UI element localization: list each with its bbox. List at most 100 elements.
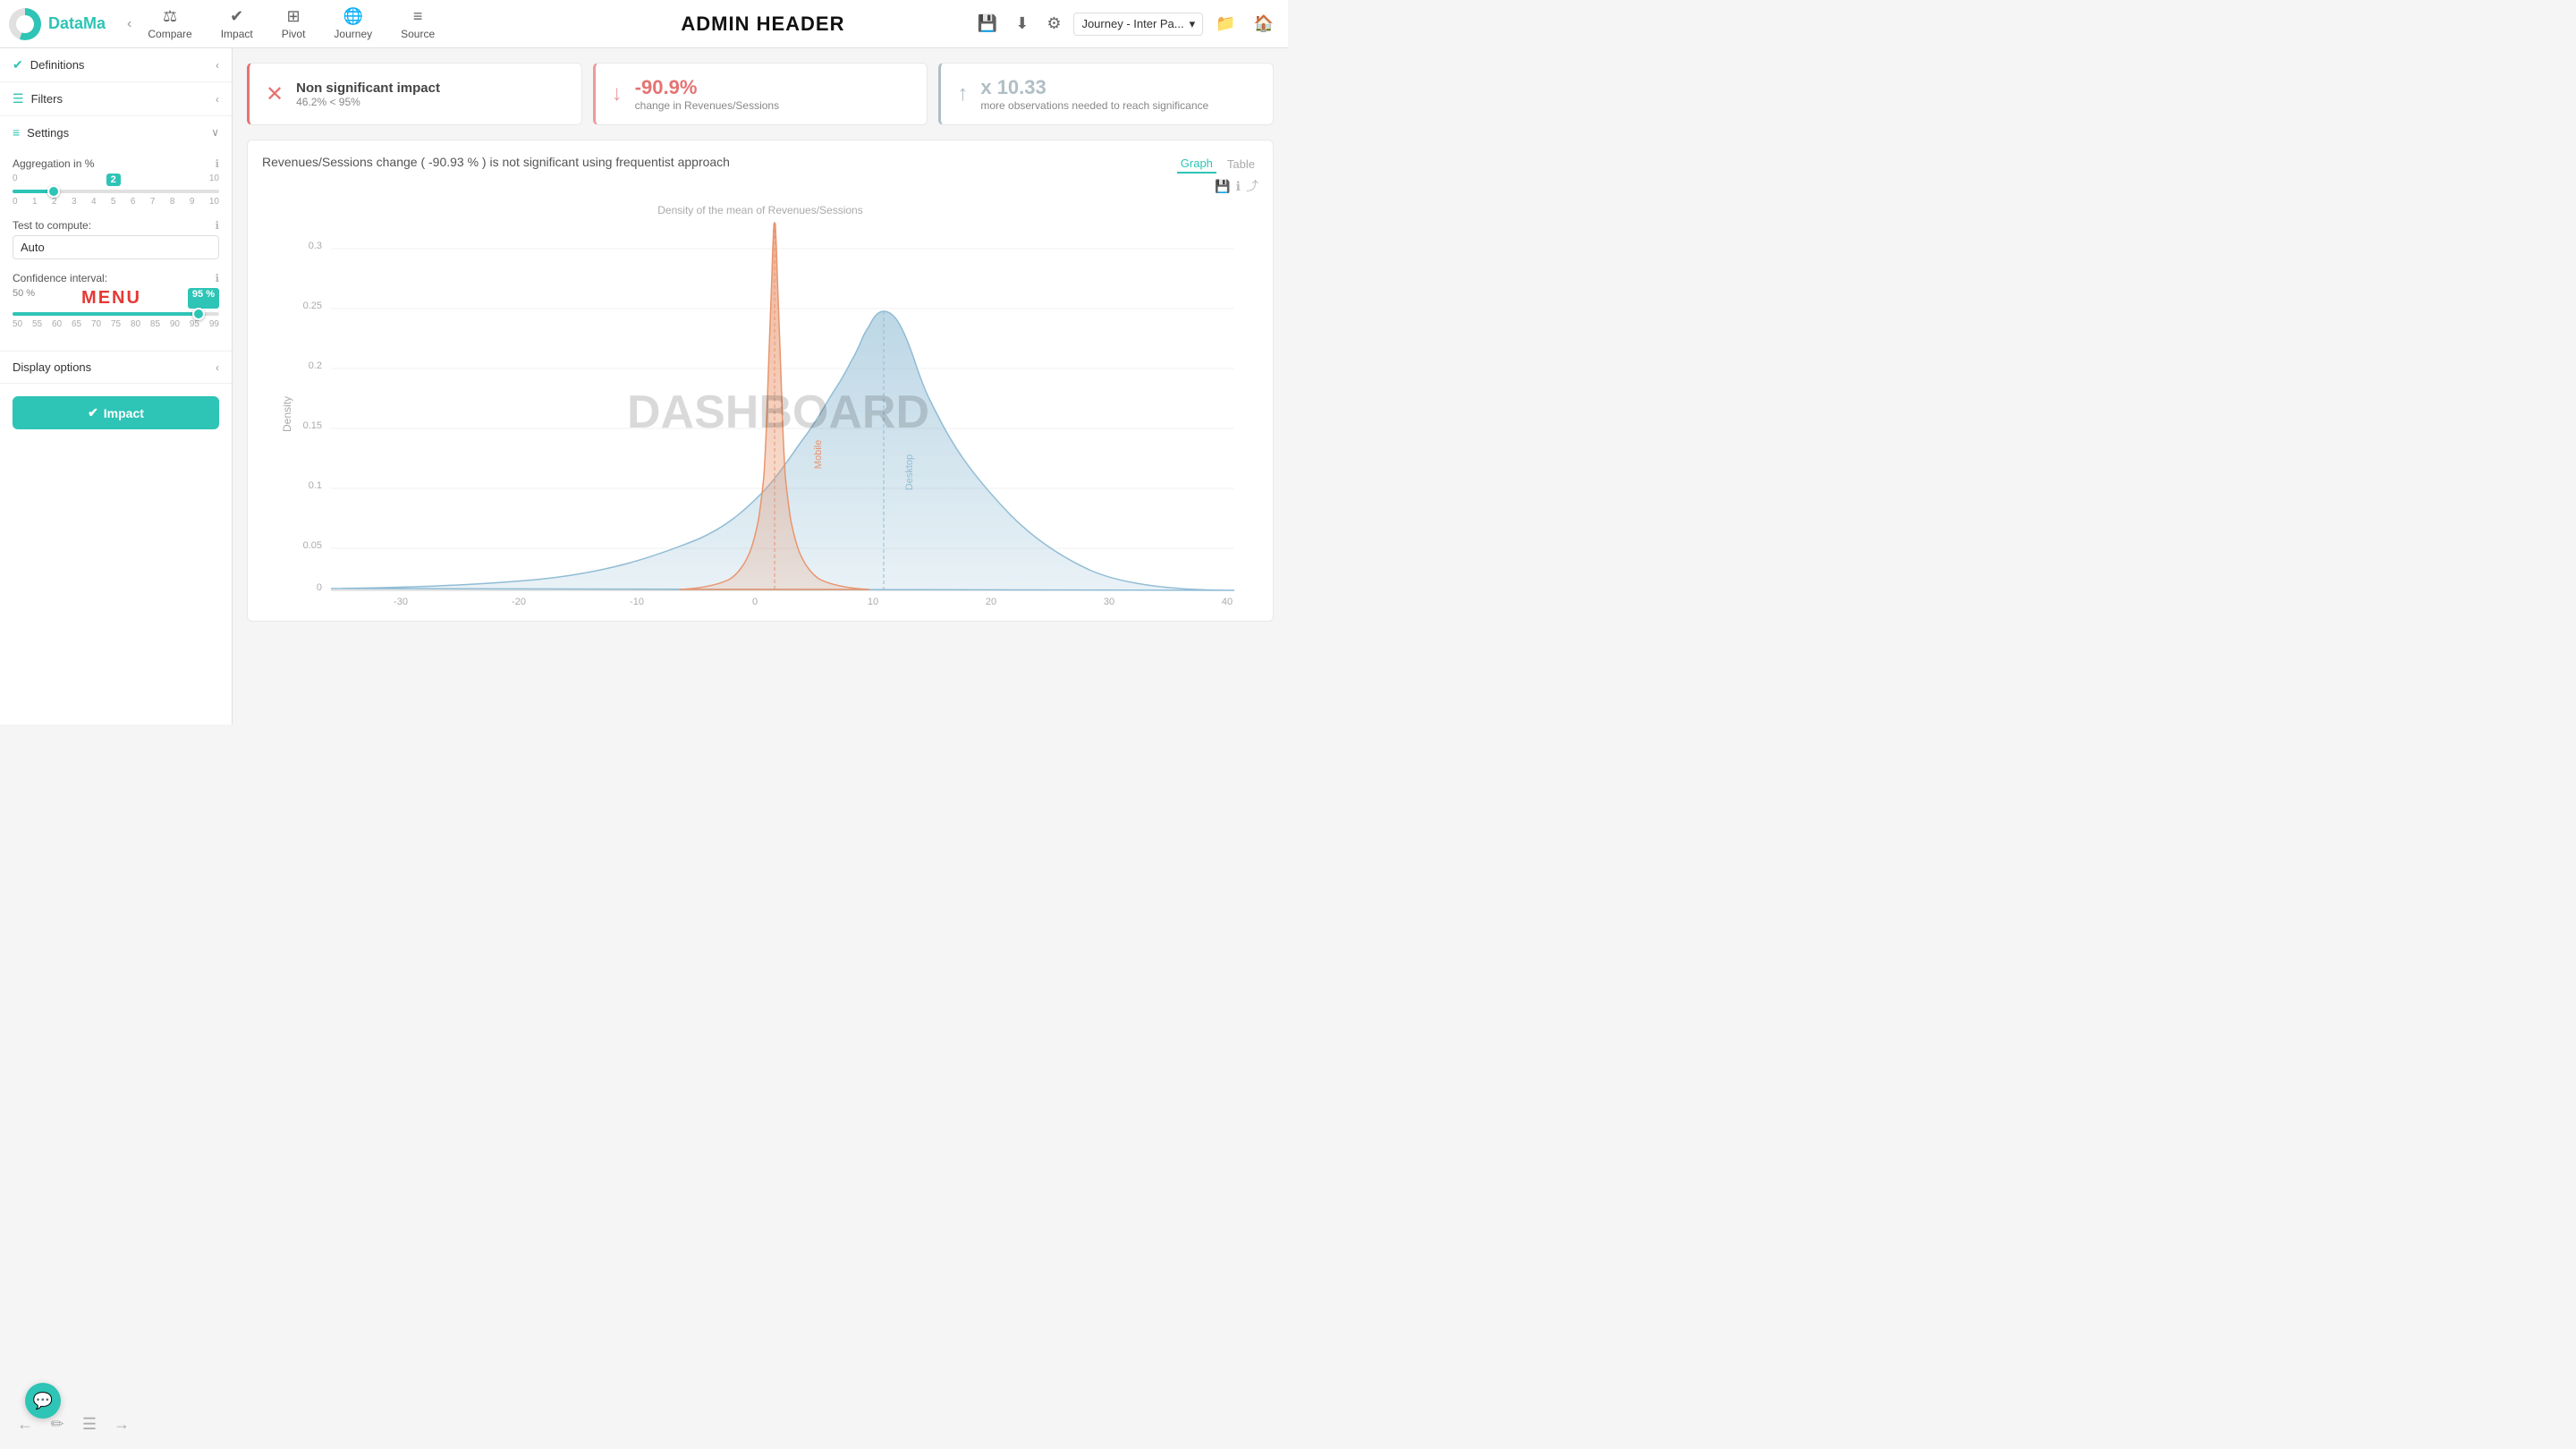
test-info-icon[interactable]: ℹ: [215, 219, 219, 232]
agg-min: 0: [13, 174, 18, 186]
aggregation-thumb[interactable]: [47, 185, 60, 198]
test-label: Test to compute:: [13, 219, 91, 232]
header-right: 💾 ⬇ ⚙ Journey - Inter Pa... ▾ 📁 🏠: [972, 9, 1279, 38]
pivot-icon: ⊞: [287, 7, 301, 26]
confidence-values-row: 50 % MENU 95 %: [13, 288, 219, 309]
summary-cards: ✕ Non significant impact 46.2% < 95% ↓ -…: [247, 63, 1274, 125]
impact-icon: ✔: [230, 7, 243, 26]
chart-save-icon[interactable]: 💾: [1215, 177, 1230, 195]
chart-info-icon[interactable]: ℹ: [1236, 177, 1241, 195]
chat-button[interactable]: 💬: [25, 1383, 61, 1419]
download-button[interactable]: ⬇: [1010, 9, 1034, 38]
folder-button[interactable]: 📁: [1210, 9, 1241, 38]
list-icon-button[interactable]: ☰: [77, 1411, 102, 1436]
aggregation-label: Aggregation in %: [13, 157, 94, 170]
test-setting: Test to compute: ℹ Auto t-test z-test bo…: [13, 219, 219, 259]
confidence-track: [13, 312, 219, 316]
source-icon: ≡: [413, 7, 423, 26]
journey-selector[interactable]: Journey - Inter Pa... ▾: [1073, 13, 1203, 36]
impact-checkmark-icon: ✔: [88, 405, 98, 420]
change-content: -90.9% change in Revenues/Sessions: [635, 76, 779, 112]
definitions-header[interactable]: ✔ Definitions ‹: [0, 48, 232, 81]
forward-arrow-button[interactable]: →: [109, 1411, 134, 1436]
menu-label: MENU: [81, 288, 141, 309]
check-circle-icon: ✔: [13, 57, 23, 72]
tab-graph[interactable]: Graph: [1177, 155, 1216, 174]
density-chart: Density 0.3 0.25 0.2 0.15 0.1 0.05 0: [262, 222, 1258, 606]
y-axis-label: Density: [281, 396, 293, 432]
significance-sub: 46.2% < 95%: [296, 96, 440, 108]
chevron-down-icon: ▾: [1190, 17, 1196, 31]
journey-icon: 🌐: [343, 7, 363, 26]
nav-item-source[interactable]: ≡ Source: [388, 4, 447, 44]
journey-selector-label: Journey - Inter Pa...: [1081, 17, 1183, 30]
svg-text:0.1: 0.1: [309, 480, 322, 491]
aggregation-range: 0 2 10: [13, 174, 219, 186]
settings-chevron: ∨: [211, 126, 219, 139]
change-value: -90.9%: [635, 76, 779, 99]
settings-left: ≡ Settings: [13, 125, 69, 140]
display-options-label: Display options: [13, 360, 91, 374]
x-icon: ✕: [266, 81, 284, 107]
svg-text:0.05: 0.05: [303, 540, 322, 551]
aggregation-track: [13, 190, 219, 193]
nav-item-impact[interactable]: ✔ Impact: [208, 4, 266, 44]
down-arrow-icon: ↓: [612, 81, 623, 106]
chart-density-label: Density of the mean of Revenues/Sessions: [262, 204, 1258, 216]
filters-header[interactable]: ☰ Filters ‹: [0, 82, 232, 115]
home-button[interactable]: 🏠: [1249, 9, 1279, 38]
significance-content: Non significant impact 46.2% < 95%: [296, 80, 440, 108]
nav-item-compare[interactable]: ⚖ Compare: [135, 4, 204, 44]
agg-max: 10: [209, 174, 219, 186]
bottom-toolbar: 💬 ← ✏ ☰ →: [13, 1411, 134, 1436]
aggregation-info-icon[interactable]: ℹ: [215, 157, 219, 170]
confidence-fill: [13, 312, 199, 316]
nav-item-journey[interactable]: 🌐 Journey: [321, 4, 385, 44]
desktop-series-label: Desktop: [904, 454, 915, 490]
confidence-min-label: 50 %: [13, 288, 35, 309]
svg-text:30: 30: [1104, 597, 1114, 606]
sidebar-section-settings: ≡ Settings ∨ Aggregation in % ℹ 0 2 10: [0, 116, 232, 352]
settings-lines-icon: ≡: [13, 125, 20, 140]
svg-text:0: 0: [317, 582, 322, 593]
chart-area: Revenues/Sessions change ( -90.93 % ) is…: [247, 140, 1274, 622]
svg-text:0.25: 0.25: [303, 301, 322, 311]
impact-button-label: Impact: [104, 406, 144, 420]
logo-area: DataMa: [9, 8, 106, 40]
nav-item-pivot[interactable]: ⊞ Pivot: [269, 4, 318, 44]
save-button[interactable]: 💾: [972, 9, 1003, 38]
main-nav: ⚖ Compare ✔ Impact ⊞ Pivot 🌐 Journey ≡ S…: [135, 4, 554, 44]
chart-share-icon[interactable]: ⤴: [1246, 177, 1258, 195]
sidebar-collapse-button[interactable]: ‹: [123, 13, 135, 36]
nav-label-compare: Compare: [148, 28, 191, 40]
settings-header[interactable]: ≡ Settings ∨: [0, 116, 232, 148]
confidence-max-badge: 95 %: [188, 288, 219, 309]
display-options-header[interactable]: Display options ‹: [0, 352, 232, 383]
summary-card-significance: ✕ Non significant impact 46.2% < 95%: [247, 63, 582, 125]
observations-value: x 10.33: [980, 76, 1208, 99]
observations-content: x 10.33 more observations needed to reac…: [980, 76, 1208, 112]
confidence-label-row: Confidence interval: ℹ: [13, 272, 219, 284]
chart-title-row: Revenues/Sessions change ( -90.93 % ) is…: [262, 155, 1258, 195]
aggregation-label-row: Aggregation in % ℹ: [13, 157, 219, 170]
chart-wrapper: Density 0.3 0.25 0.2 0.15 0.1 0.05 0: [262, 222, 1258, 606]
svg-text:10: 10: [868, 597, 878, 606]
svg-text:0.15: 0.15: [303, 420, 322, 431]
test-label-row: Test to compute: ℹ: [13, 219, 219, 232]
impact-button[interactable]: ✔ Impact: [13, 396, 219, 429]
confidence-slider[interactable]: [13, 312, 219, 316]
settings-body: Aggregation in % ℹ 0 2 10: [0, 148, 232, 351]
test-select[interactable]: Auto t-test z-test bootstrap: [13, 235, 219, 259]
confidence-info-icon[interactable]: ℹ: [215, 272, 219, 284]
aggregation-value-badge: 2: [106, 174, 121, 186]
settings-button[interactable]: ⚙: [1041, 9, 1066, 38]
aggregation-setting: Aggregation in % ℹ 0 2 10: [13, 157, 219, 207]
chart-tabs: Graph Table: [1177, 155, 1258, 174]
aggregation-slider[interactable]: [13, 190, 219, 193]
settings-label: Settings: [27, 126, 69, 140]
svg-text:0: 0: [752, 597, 758, 606]
logo-inner: [16, 15, 34, 33]
confidence-thumb[interactable]: [192, 308, 205, 320]
mobile-series-label: Mobile: [813, 440, 824, 469]
tab-table[interactable]: Table: [1224, 156, 1258, 173]
